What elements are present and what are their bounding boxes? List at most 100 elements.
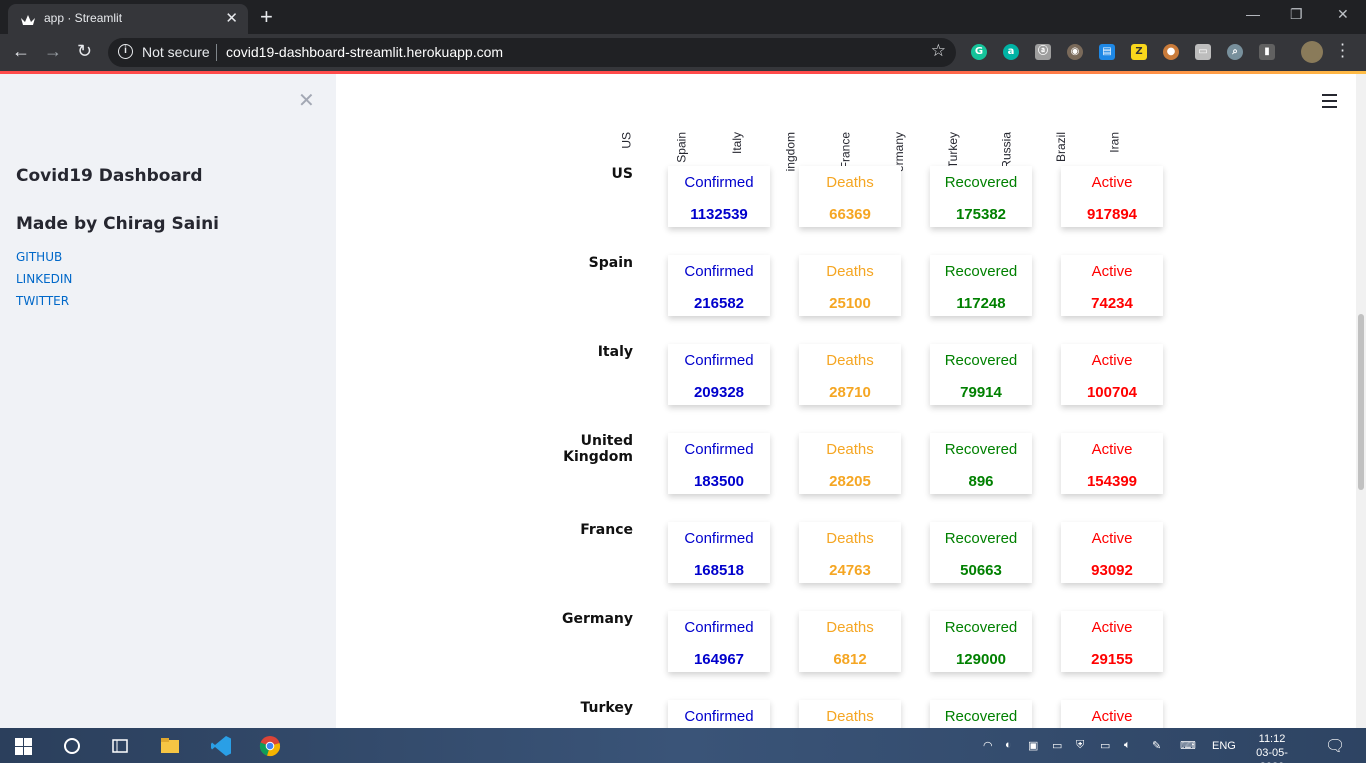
recovered-card: Recovered 50663 xyxy=(930,522,1032,583)
notifications-icon[interactable]: 🗨︎ xyxy=(1325,736,1345,756)
active-card: Active 93092 xyxy=(1061,522,1163,583)
windows-start-icon[interactable] xyxy=(15,738,32,755)
keyboard-icon[interactable]: ⌨ xyxy=(1180,739,1196,752)
confirmed-label: Confirmed xyxy=(684,263,754,280)
confirmed-value: 1132539 xyxy=(690,206,748,223)
tab-title: app · Streamlit xyxy=(44,11,123,25)
recovered-value: 117248 xyxy=(956,295,1006,312)
deaths-label: Deaths xyxy=(826,174,874,191)
recovered-value: 896 xyxy=(968,473,994,490)
forward-icon[interactable]: → xyxy=(44,41,62,62)
chart-x-tick-label: Spain xyxy=(661,82,689,163)
task-view-icon[interactable] xyxy=(110,736,130,756)
confirmed-value: 209328 xyxy=(693,384,745,401)
volume-icon[interactable]: 🔈︎ xyxy=(1124,739,1131,752)
streamlit-favicon-icon xyxy=(21,15,35,25)
sidebar-close-icon[interactable]: ✕ xyxy=(298,88,315,112)
active-card: Active 74234 xyxy=(1061,255,1163,316)
confirmed-label: Confirmed xyxy=(684,352,754,369)
active-label: Active xyxy=(1091,708,1133,725)
deaths-label: Deaths xyxy=(826,352,874,369)
country-name: France xyxy=(580,522,633,538)
chrome-icon[interactable] xyxy=(259,735,281,757)
deaths-card: Deaths 66369 xyxy=(799,166,901,227)
country-row: Germany Confirmed 164967 Deaths 6812 Recovere… xyxy=(336,611,1356,700)
taskbar-clock[interactable]: 11:12 03-05-2020 xyxy=(1247,732,1297,763)
minimize-icon[interactable]: — xyxy=(1246,6,1260,22)
sidebar-title: Covid19 Dashboard xyxy=(16,166,203,186)
profile-avatar[interactable] xyxy=(1301,41,1323,63)
twitter-link[interactable]: TWITTER xyxy=(16,294,69,308)
chart-x-tick-label: ingdom xyxy=(769,82,797,171)
active-label: Active xyxy=(1091,352,1133,369)
search-circle-icon[interactable] xyxy=(62,736,82,756)
deaths-label: Deaths xyxy=(826,708,874,725)
browser-menu-icon[interactable]: · · · xyxy=(1340,37,1345,65)
yellow-extension-icon[interactable]: Z xyxy=(1131,44,1147,60)
deaths-label: Deaths xyxy=(826,619,874,636)
confirmed-label: Confirmed xyxy=(684,441,754,458)
window-close-icon[interactable]: ✕ xyxy=(1337,6,1349,23)
confirmed-value: 168518 xyxy=(693,562,745,579)
folder-extension-icon[interactable]: ▭ xyxy=(1195,44,1211,60)
confirmed-card: Confirmed 216582 xyxy=(668,255,770,316)
chart-x-tick-label: France xyxy=(824,82,852,169)
grammarly-extension-icon[interactable]: G xyxy=(971,44,987,60)
chart-x-tick-label: Russia xyxy=(986,82,1014,169)
network-icon[interactable]: ◠ xyxy=(983,739,993,752)
confirmed-card: Confirmed 1132539 xyxy=(668,166,770,227)
security-icon[interactable]: ⛨ xyxy=(1076,739,1084,752)
info-icon[interactable]: i xyxy=(118,44,133,59)
bookmark-star-icon[interactable]: ☆ xyxy=(931,41,946,61)
linkedin-link[interactable]: LINKEDIN xyxy=(16,272,72,286)
recovered-card: Recovered 117248 xyxy=(930,255,1032,316)
active-label: Active xyxy=(1091,619,1133,636)
deaths-value: 66369 xyxy=(829,206,871,223)
deaths-value: 25100 xyxy=(829,295,871,312)
chart-x-tick-text: Russia xyxy=(1000,132,1014,169)
clock-date: 03-05-2020 xyxy=(1256,747,1288,763)
tab-close-icon[interactable]: ✕ xyxy=(225,9,238,27)
hamburger-menu-icon[interactable] xyxy=(1322,94,1337,112)
tray-app-icon[interactable]: ▭ xyxy=(1052,739,1062,752)
address-bar[interactable]: i Not secure covid19-dashboard-streamlit… xyxy=(108,38,956,67)
confirmed-label: Confirmed xyxy=(684,619,754,636)
tab-extension-icon[interactable]: ▤ xyxy=(1099,44,1115,60)
country-row: France Confirmed 168518 Deaths 24763 Recovere… xyxy=(336,522,1356,611)
battery-icon[interactable]: ▭ xyxy=(1100,739,1110,752)
vscode-icon[interactable] xyxy=(210,735,232,757)
back-icon[interactable]: ← xyxy=(12,41,30,62)
country-row: Turkey Confirmed Deaths Recovered Active xyxy=(336,700,1356,728)
chart-x-tick-label: US xyxy=(606,82,634,149)
chart-extension-icon[interactable]: ▮ xyxy=(1259,44,1275,60)
extension-icon[interactable]: ⓐ xyxy=(1035,44,1051,60)
file-explorer-icon[interactable] xyxy=(160,736,180,756)
omnibox-divider xyxy=(216,44,217,61)
search-extension-icon[interactable]: ⌕ xyxy=(1227,44,1243,60)
recovered-label: Recovered xyxy=(944,708,1018,725)
page-scrollbar[interactable] xyxy=(1356,74,1366,728)
new-tab-icon[interactable]: + xyxy=(260,4,273,30)
github-link[interactable]: GITHUB xyxy=(16,250,62,264)
tray-app-icon[interactable]: ◐ xyxy=(1005,739,1012,751)
active-value: 917894 xyxy=(1086,206,1138,223)
country-row: Spain Confirmed 216582 Deaths 25100 Recovered… xyxy=(336,255,1356,344)
browser-tab[interactable]: app · Streamlit ✕ xyxy=(8,4,248,34)
confirmed-value: 183500 xyxy=(693,473,745,490)
recovered-card: Recovered 896 xyxy=(930,433,1032,494)
recovered-label: Recovered xyxy=(944,441,1018,458)
reload-icon[interactable]: ↻ xyxy=(77,41,92,62)
deaths-card: Deaths 6812 xyxy=(799,611,901,672)
restore-icon[interactable]: ❐ xyxy=(1290,6,1303,23)
clock-time: 11:12 xyxy=(1258,733,1286,745)
scrollbar-thumb[interactable] xyxy=(1358,314,1364,490)
tray-app-icon[interactable]: ▣ xyxy=(1028,739,1038,752)
owl-extension-icon[interactable]: ◉ xyxy=(1067,44,1083,60)
language-indicator[interactable]: ENG xyxy=(1212,740,1236,752)
deaths-card: Deaths 24763 xyxy=(799,522,901,583)
url-text[interactable]: covid19-dashboard-streamlit.herokuapp.co… xyxy=(226,44,503,60)
recovered-label: Recovered xyxy=(944,174,1018,191)
cookie-extension-icon[interactable]: ● xyxy=(1163,44,1179,60)
a-extension-icon[interactable]: a xyxy=(1003,44,1019,60)
pen-icon[interactable]: ✎ xyxy=(1152,739,1161,752)
